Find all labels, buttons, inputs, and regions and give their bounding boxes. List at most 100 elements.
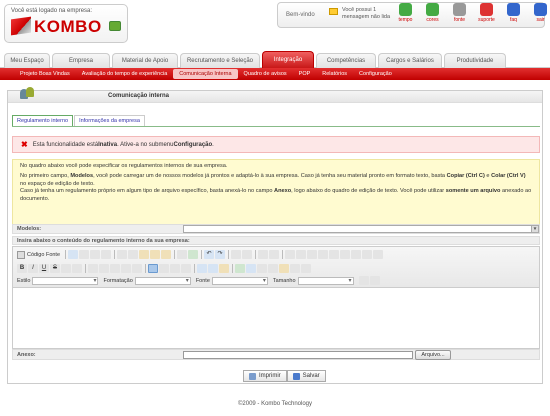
chat-icon[interactable]: [109, 21, 121, 31]
fonte-button[interactable]: fonte: [446, 3, 473, 29]
subnav-comunicacao-interna[interactable]: Comunicação Interna: [173, 69, 238, 79]
font-select[interactable]: [211, 276, 268, 285]
copy-icon[interactable]: [128, 250, 139, 259]
browse-file-button[interactable]: Arquivo...: [415, 350, 451, 360]
nav-tab-recrutamento[interactable]: Recrutamento e Seleção: [180, 53, 260, 68]
align-justify-icon[interactable]: [181, 264, 191, 273]
models-select[interactable]: ▾: [183, 225, 539, 233]
subscript-icon[interactable]: [61, 264, 71, 273]
attach-row: Anexo: Arquivo...: [12, 349, 540, 360]
checkbox-icon[interactable]: [296, 250, 307, 259]
unlink-icon[interactable]: [208, 264, 218, 273]
nav-tab-competencias[interactable]: Competências: [316, 53, 376, 68]
toolbar-row-3: Estilo Formatação Fonte Tamanho: [17, 275, 381, 286]
superscript-icon[interactable]: [72, 264, 82, 273]
underline-button[interactable]: U: [39, 264, 49, 273]
company-logo-box[interactable]: Você está logado na empresa: KOMBO: [4, 4, 128, 43]
horizontal-rule-icon[interactable]: [268, 264, 278, 273]
textfield-icon[interactable]: [318, 250, 329, 259]
paste-word-icon[interactable]: [161, 250, 172, 259]
nav-tab-empresa[interactable]: Empresa: [52, 53, 110, 68]
align-center-icon[interactable]: [159, 264, 169, 273]
italic-button[interactable]: I: [28, 264, 38, 273]
subnav-quadro-de-avisos[interactable]: Quadro de avisos: [238, 69, 293, 79]
table-icon[interactable]: [257, 264, 267, 273]
strike-button[interactable]: S: [50, 264, 60, 273]
image-icon[interactable]: [235, 264, 245, 273]
new-page-icon[interactable]: [79, 250, 90, 259]
align-left-icon[interactable]: [148, 264, 158, 273]
remove-format-icon[interactable]: [269, 250, 280, 259]
tab-informacoes-empresa[interactable]: Informações da empresa: [74, 115, 145, 126]
style-select[interactable]: [32, 276, 99, 285]
style-label: Estilo: [17, 277, 31, 284]
redo-icon[interactable]: ↷: [215, 250, 226, 259]
numbered-list-icon[interactable]: [88, 264, 98, 273]
page-break-icon[interactable]: [301, 264, 311, 273]
nav-tab-cargos-e-salarios[interactable]: Cargos e Salários: [378, 53, 442, 68]
hidden-field-icon[interactable]: [373, 250, 384, 259]
undo-icon[interactable]: ↶: [204, 250, 215, 259]
style-combo[interactable]: Estilo: [17, 276, 99, 285]
save-button[interactable]: Salvar: [286, 370, 326, 382]
templates-icon[interactable]: [101, 250, 112, 259]
subnav-avaliacao-experiencia[interactable]: Avaliação do tempo de experiência: [76, 69, 174, 79]
save-doc-icon[interactable]: [68, 250, 79, 259]
find-icon[interactable]: [231, 250, 242, 259]
outdent-icon[interactable]: [110, 264, 120, 273]
file-path-input[interactable]: [183, 351, 413, 359]
align-right-icon[interactable]: [170, 264, 180, 273]
bulleted-list-icon[interactable]: [99, 264, 109, 273]
smiley-icon[interactable]: [279, 264, 289, 273]
print-button[interactable]: Imprimir: [243, 370, 287, 382]
subnav-projeto-boas-vindas[interactable]: Projeto Boas Vindas: [14, 69, 76, 79]
subnav-relatorios[interactable]: Relatórios: [316, 69, 353, 79]
nav-tab-meu-espaco[interactable]: Meu Espaço: [4, 53, 50, 68]
format-select[interactable]: [134, 276, 191, 285]
anchor-icon[interactable]: [219, 264, 229, 273]
print-icon[interactable]: [177, 250, 188, 259]
paste-icon[interactable]: [139, 250, 150, 259]
link-icon[interactable]: [197, 264, 207, 273]
special-char-icon[interactable]: [290, 264, 300, 273]
indent-icon[interactable]: [121, 264, 131, 273]
editor-content-area[interactable]: [13, 289, 539, 348]
flash-icon[interactable]: [246, 264, 256, 273]
alert-config-link[interactable]: Configuração: [173, 142, 212, 148]
cut-icon[interactable]: [117, 250, 128, 259]
sair-button[interactable]: sair: [527, 3, 550, 29]
preview-icon[interactable]: [90, 250, 101, 259]
tab-regulamento-interno[interactable]: Regulamento interno: [12, 115, 74, 126]
cores-button[interactable]: cores: [419, 3, 446, 29]
paste-text-icon[interactable]: [150, 250, 161, 259]
form-icon[interactable]: [285, 250, 296, 259]
image-button-icon[interactable]: [362, 250, 373, 259]
subnav-configuracao[interactable]: Configuração: [353, 69, 398, 79]
background-color-icon[interactable]: [369, 276, 380, 285]
textarea-icon[interactable]: [329, 250, 340, 259]
messages-link[interactable]: Você possui 1 mensagem não lida: [328, 5, 400, 25]
select-field-icon[interactable]: [340, 250, 351, 259]
subnav-pop[interactable]: POP: [293, 69, 317, 79]
floppy-icon: [292, 372, 300, 380]
select-all-icon[interactable]: [258, 250, 269, 259]
nav-tab-produtividade[interactable]: Produtividade: [444, 53, 506, 68]
radio-icon[interactable]: [307, 250, 318, 259]
size-select[interactable]: [297, 276, 354, 285]
toolbar-row-2: B I U S: [17, 263, 312, 274]
font-combo[interactable]: Fonte: [196, 276, 268, 285]
format-combo[interactable]: Formatação: [103, 276, 191, 285]
source-code-button[interactable]: Código Fonte: [17, 250, 60, 259]
blockquote-icon[interactable]: [132, 264, 142, 273]
button-field-icon[interactable]: [351, 250, 362, 259]
tempo-button[interactable]: tempo: [392, 3, 419, 29]
bold-button[interactable]: B: [17, 264, 27, 273]
size-combo[interactable]: Tamanho: [273, 276, 354, 285]
suporte-button[interactable]: suporte: [473, 3, 500, 29]
nav-tab-integracao[interactable]: Integração: [262, 51, 314, 68]
replace-icon[interactable]: [242, 250, 253, 259]
spellcheck-icon[interactable]: [188, 250, 199, 259]
text-color-icon[interactable]: [358, 276, 369, 285]
faq-button[interactable]: faq: [500, 3, 527, 29]
nav-tab-material-de-apoio[interactable]: Material de Apoio: [112, 53, 178, 68]
